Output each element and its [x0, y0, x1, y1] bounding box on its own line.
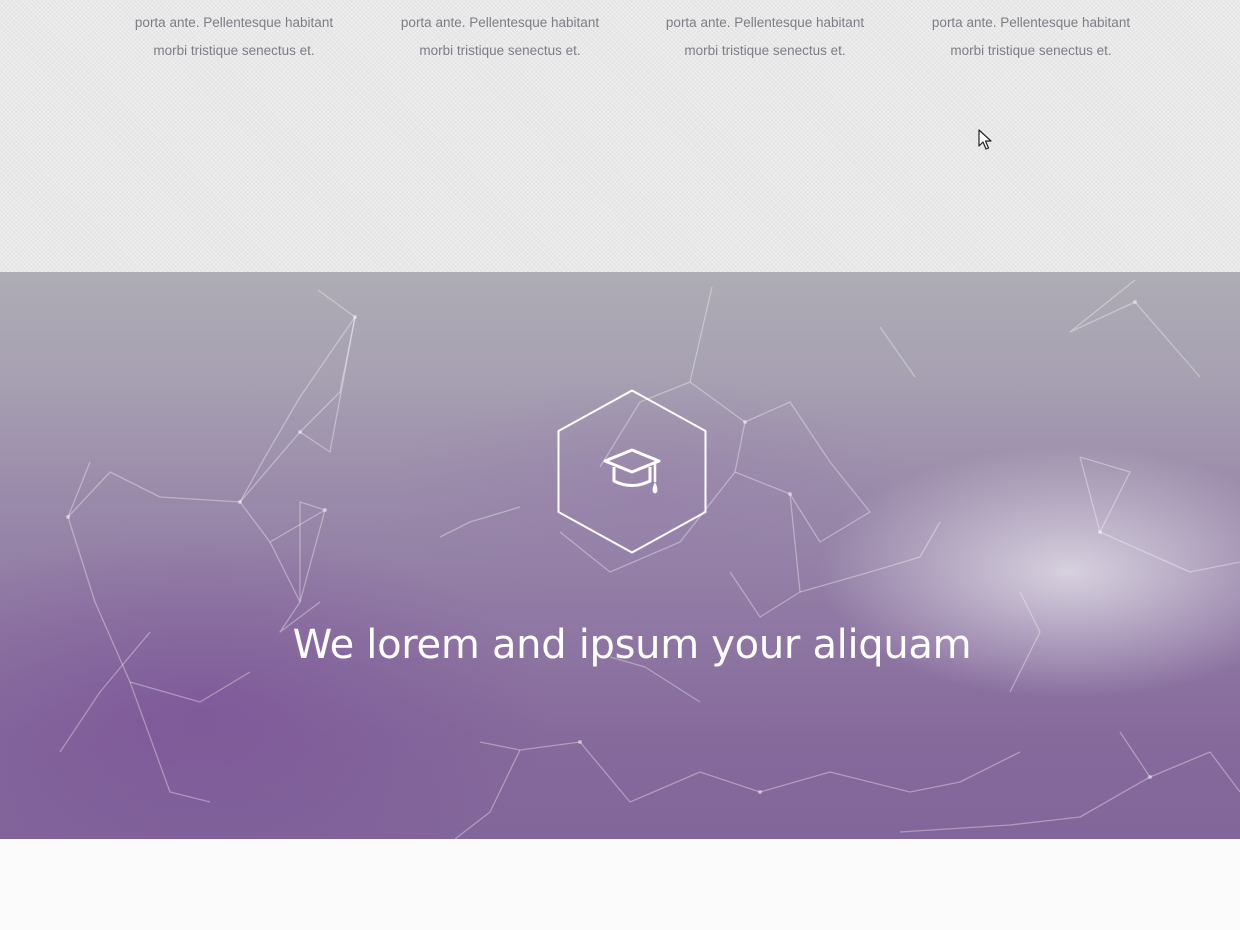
feature-description-line: morbi tristique senectus et.	[950, 43, 1112, 58]
graduation-cap-icon	[557, 389, 707, 554]
feature-description: porta ante. Pellentesque habitant morbi …	[114, 9, 354, 65]
feature-description-line: porta ante. Pellentesque habitant	[931, 15, 1131, 30]
hero-title: We lorem and ipsum your aliquam	[292, 622, 972, 668]
feature-description: porta ante. Pellentesque habitant morbi …	[645, 9, 885, 65]
network-pattern	[59, 279, 1240, 839]
feature-description-line: morbi tristique senectus et.	[153, 43, 315, 58]
features-section: porta ante. Pellentesque habitant morbi …	[0, 0, 1240, 272]
feature-description: porta ante. Pellentesque habitant morbi …	[380, 9, 620, 65]
feature-description-line: porta ante. Pellentesque habitant	[134, 15, 334, 30]
hero-banner: We lorem and ipsum your aliquam	[0, 272, 1240, 839]
feature-description-line: porta ante. Pellentesque habitant	[665, 15, 865, 30]
mouse-cursor-icon	[978, 129, 992, 150]
feature-description-line: porta ante. Pellentesque habitant	[400, 15, 600, 30]
feature-description-line: morbi tristique senectus et.	[684, 43, 846, 58]
feature-description-line: morbi tristique senectus et.	[419, 43, 581, 58]
feature-description: porta ante. Pellentesque habitant morbi …	[911, 9, 1151, 65]
